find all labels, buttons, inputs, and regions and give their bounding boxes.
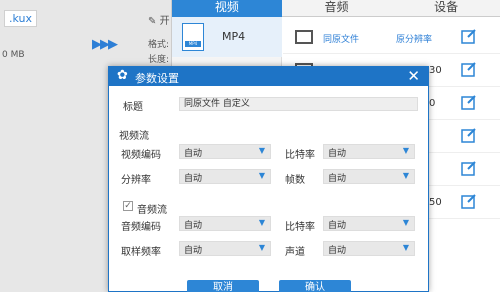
video-bitrate-select[interactable]: 自动 ▼ <box>323 144 415 159</box>
edit-icon[interactable] <box>461 160 477 176</box>
video-section-title: 视频流 <box>119 131 149 142</box>
edit-icon[interactable] <box>461 61 477 77</box>
tab-device[interactable]: 设备 <box>391 0 500 17</box>
video-bitrate-label: 比特率 <box>285 150 315 161</box>
chevron-down-icon: ▼ <box>402 243 409 252</box>
chevron-down-icon: ▼ <box>402 146 409 155</box>
audio-bitrate-label: 比特率 <box>285 222 315 233</box>
video-codec-select[interactable]: 自动 ▼ <box>179 144 271 159</box>
cancel-button[interactable]: 取消 <box>187 280 259 292</box>
framerate-select[interactable]: 自动 ▼ <box>323 169 415 184</box>
format-tabs: 视频 音频 设备 <box>172 0 500 17</box>
sample-rate-label: 取样频率 <box>121 247 161 258</box>
select-value: 自动 <box>328 149 347 159</box>
file-name[interactable]: .kux <box>4 10 38 27</box>
resolution-label: 分辨率 <box>121 175 151 186</box>
audio-codec-label: 音频编码 <box>121 222 161 233</box>
chevron-down-icon: ▼ <box>402 218 409 227</box>
dialog-title: 参数设置 <box>135 72 179 85</box>
audio-bitrate-select[interactable]: 自动 ▼ <box>323 216 415 231</box>
select-value: 自动 <box>328 221 347 231</box>
edit-button[interactable]: ✎ 开 <box>148 12 170 27</box>
select-value: 自动 <box>328 174 347 184</box>
audio-codec-select[interactable]: 自动 ▼ <box>179 216 271 231</box>
resolution-row[interactable]: 同原文件 原分辨率 <box>283 21 500 54</box>
select-value: 自动 <box>184 149 203 159</box>
convert-arrow-icon: ▶▶▶ <box>92 37 118 52</box>
file-size: 0 MB <box>2 50 25 60</box>
chevron-down-icon: ▼ <box>402 171 409 180</box>
chevron-down-icon: ▼ <box>258 146 265 155</box>
title-input[interactable]: 同原文件 自定义 <box>179 97 418 111</box>
title-label: 标题 <box>123 102 143 113</box>
edit-icon[interactable] <box>461 28 477 44</box>
resolution-side: 30 <box>429 65 442 76</box>
gear-icon: ✿ <box>117 68 128 83</box>
edit-icon[interactable] <box>461 193 477 209</box>
edit-label: 开 <box>159 16 170 27</box>
audio-stream-checkbox[interactable]: ✓ <box>123 201 133 211</box>
audio-section-title: 音频流 <box>137 205 167 216</box>
video-icon <box>295 30 313 44</box>
format-item-label: MP4 <box>222 30 246 43</box>
video-codec-label: 视频编码 <box>121 150 161 161</box>
tab-audio[interactable]: 音频 <box>281 0 392 17</box>
chevron-down-icon: ▼ <box>258 171 265 180</box>
close-icon[interactable]: ✕ <box>407 68 420 84</box>
framerate-label: 帧数 <box>285 175 305 186</box>
length-label: 长度: <box>148 55 170 65</box>
select-value: 自动 <box>184 174 203 184</box>
edit-icon[interactable] <box>461 127 477 143</box>
chevron-down-icon: ▼ <box>258 243 265 252</box>
resolution-side: 50 <box>429 197 442 208</box>
confirm-button[interactable]: 确认 <box>279 280 351 292</box>
mp4-file-icon: MP4 <box>182 23 204 51</box>
resolution-size: 原分辨率 <box>396 35 433 45</box>
resolution-side: 0 <box>429 98 436 109</box>
resolution-name: 同原文件 <box>323 35 360 45</box>
edit-icon[interactable] <box>461 94 477 110</box>
format-label: 格式: <box>148 40 170 50</box>
tab-video[interactable]: 视频 <box>172 0 282 17</box>
chevron-down-icon: ▼ <box>258 218 265 227</box>
dialog-titlebar: ✿ 参数设置 ✕ <box>109 67 428 86</box>
select-value: 自动 <box>328 246 347 256</box>
channel-select[interactable]: 自动 ▼ <box>323 241 415 256</box>
sample-rate-select[interactable]: 自动 ▼ <box>179 241 271 256</box>
format-item-mp4[interactable]: MP4 MP4 <box>172 17 282 57</box>
resolution-select[interactable]: 自动 ▼ <box>179 169 271 184</box>
parameter-settings-dialog: ✿ 参数设置 ✕ 标题 同原文件 自定义 视频流 视频编码 自动 ▼ 比特率 自… <box>108 66 429 292</box>
select-value: 自动 <box>184 221 203 231</box>
select-value: 自动 <box>184 246 203 256</box>
channel-label: 声道 <box>285 247 305 258</box>
